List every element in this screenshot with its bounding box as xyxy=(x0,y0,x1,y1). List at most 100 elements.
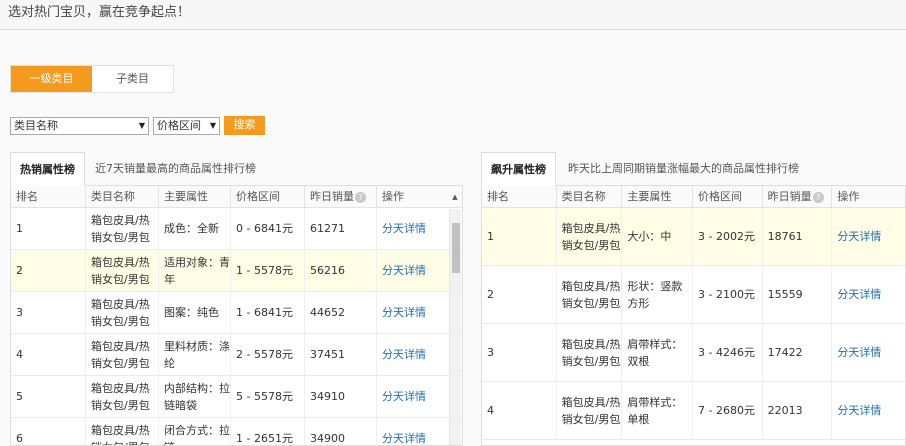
table-row: 2 箱包皮具/热销女包/男包 适用对象：青年 1 - 5578元 56216 分天详情 xyxy=(11,250,462,292)
daily-detail-link[interactable]: 分天详情 xyxy=(832,382,905,439)
sales-cell: 18761 xyxy=(763,208,833,265)
sales-cell: 22013 xyxy=(763,382,833,439)
category-cell: 箱包皮具/热销女包/男包 xyxy=(557,324,623,381)
price-range-select[interactable]: 价格区间 ▼ xyxy=(153,116,220,135)
tab-hot-sales-ranking[interactable]: 热销属性榜 xyxy=(10,152,85,186)
column-header-rank: 排名 xyxy=(482,186,557,208)
chevron-down-icon: ▼ xyxy=(209,120,216,130)
category-cell: 箱包皮具/热销女包/男包 xyxy=(86,418,159,445)
column-header-action: 操作 xyxy=(837,190,860,203)
daily-detail-link[interactable]: 分天详情 xyxy=(377,292,447,333)
table-row: 1 箱包皮具/热销女包/男包 成色：全新 0 - 6841元 61271 分天详情 xyxy=(11,208,462,250)
price-range-cell: 7 - 2680元 xyxy=(693,382,763,439)
column-header-rank: 排名 xyxy=(11,186,86,208)
attribute-cell: 里料材质：涤纶 xyxy=(159,334,231,375)
daily-detail-link[interactable]: 分天详情 xyxy=(377,208,447,249)
attribute-cell: 适用对象：青年 xyxy=(159,250,231,291)
category-cell: 箱包皮具/热销女包/男包 xyxy=(86,208,159,249)
category-cell: 箱包皮具/热销女包/男包 xyxy=(557,266,623,323)
panel-header: 热销属性榜 近7天销量最高的商品属性排行榜 xyxy=(10,152,463,186)
category-cell: 箱包皮具/热销女包/男包 xyxy=(557,208,623,265)
table-row: 4 箱包皮具/热销女包/男包 肩带样式：单根 7 - 2680元 22013 分天详情 xyxy=(482,382,905,440)
sales-cell: 34910 xyxy=(305,376,377,417)
column-header-category: 类目名称 xyxy=(86,186,159,208)
daily-detail-link[interactable]: 分天详情 xyxy=(832,324,905,381)
daily-detail-link[interactable]: 分天详情 xyxy=(377,376,447,417)
sales-header-label: 昨日销量 xyxy=(767,190,812,203)
rank-cell: 2 xyxy=(482,266,557,323)
price-range-cell: 3 - 4246元 xyxy=(693,324,763,381)
daily-detail-link[interactable]: 分天详情 xyxy=(377,418,447,445)
category-cell: 箱包皮具/热销女包/男包 xyxy=(86,334,159,375)
help-icon[interactable]: ? xyxy=(812,191,824,203)
attribute-cell: 成色：全新 xyxy=(159,208,231,249)
ranking-table: 排名 类目名称 主要属性 价格区间 昨日销量? 操作 1 箱包皮具/热销女包/男包… xyxy=(481,185,906,446)
price-range-cell: 1 - 2651元 xyxy=(231,418,305,445)
top-banner: 选对热门宝贝，赢在竞争起点！ xyxy=(0,0,906,30)
sales-cell: 34900 xyxy=(305,418,377,445)
column-header-attribute: 主要属性 xyxy=(159,186,231,208)
rank-cell: 4 xyxy=(11,334,86,375)
daily-detail-link[interactable]: 分天详情 xyxy=(832,208,905,265)
price-range-cell: 5 - 5578元 xyxy=(231,376,305,417)
category-select-value: 类目名称 xyxy=(14,118,58,132)
price-range-cell: 1 - 5578元 xyxy=(231,250,305,291)
scrollbar[interactable] xyxy=(449,209,461,445)
tab-rising-ranking[interactable]: 飙升属性榜 xyxy=(481,152,556,186)
column-header-sales: 昨日销量? xyxy=(763,186,833,208)
scroll-up-arrow-icon[interactable]: ▲ xyxy=(449,186,461,208)
sales-cell: 15559 xyxy=(763,266,833,323)
table-body: 1 箱包皮具/热销女包/男包 成色：全新 0 - 6841元 61271 分天详情 2 箱包皮… xyxy=(11,208,462,445)
table-row: 2 箱包皮具/热销女包/男包 形状：竖款方形 3 - 2100元 15559 分天详情 xyxy=(482,266,905,324)
category-cell: 箱包皮具/热销女包/男包 xyxy=(86,292,159,333)
category-cell: 箱包皮具/热销女包/男包 xyxy=(86,376,159,417)
tab-sub-category[interactable]: 子类目 xyxy=(92,66,173,92)
attribute-cell: 形状：竖款方形 xyxy=(622,266,693,323)
column-header-sales: 昨日销量? xyxy=(305,186,377,208)
attribute-cell: 大小：中 xyxy=(622,208,693,265)
category-cell: 箱包皮具/热销女包/男包 xyxy=(557,382,623,439)
scrollbar-thumb[interactable] xyxy=(452,223,460,273)
attribute-cell: 内部结构：拉链暗袋 xyxy=(159,376,231,417)
hot-sales-attribute-panel: 热销属性榜 近7天销量最高的商品属性排行榜 排名 类目名称 主要属性 价格区间 … xyxy=(10,152,463,446)
rank-cell: 4 xyxy=(482,382,557,439)
table-header: 排名 类目名称 主要属性 价格区间 昨日销量? 操作 xyxy=(11,186,462,208)
category-select[interactable]: 类目名称 ▼ xyxy=(10,116,149,135)
table-row: 4 箱包皮具/热销女包/男包 里料材质：涤纶 2 - 5578元 37451 分天详情 xyxy=(11,334,462,376)
rank-cell: 3 xyxy=(11,292,86,333)
column-header-price: 价格区间 xyxy=(693,186,763,208)
search-button[interactable]: 搜索 xyxy=(224,116,265,135)
daily-detail-link[interactable]: 分天详情 xyxy=(377,334,447,375)
rank-cell: 6 xyxy=(11,418,86,445)
filter-bar: 类目名称 ▼ 价格区间 ▼ 搜索 xyxy=(10,116,265,135)
rising-attribute-panel: 飙升属性榜 昨天比上周同期销量涨幅最大的商品属性排行榜 排名 类目名称 主要属性… xyxy=(481,152,906,446)
sales-cell: 61271 xyxy=(305,208,377,249)
price-range-cell: 2 - 5578元 xyxy=(231,334,305,375)
column-header-category: 类目名称 xyxy=(557,186,623,208)
rank-cell: 2 xyxy=(11,250,86,291)
price-range-cell: 3 - 2002元 xyxy=(693,208,763,265)
rank-cell: 5 xyxy=(11,376,86,417)
price-range-cell: 3 - 2100元 xyxy=(693,266,763,323)
sales-cell: 17422 xyxy=(763,324,833,381)
ranking-table: 排名 类目名称 主要属性 价格区间 昨日销量? 操作 1 箱包皮具/热销女包/男包… xyxy=(10,185,463,446)
daily-detail-link[interactable]: 分天详情 xyxy=(377,250,447,291)
tab-primary-category[interactable]: 一级类目 xyxy=(11,66,92,92)
help-icon[interactable]: ? xyxy=(355,191,366,203)
price-range-cell: 0 - 6841元 xyxy=(231,208,305,249)
attribute-cell: 肩带样式：单根 xyxy=(622,382,693,439)
chevron-down-icon: ▼ xyxy=(138,120,145,130)
table-row: 5 箱包皮具/热销女包/男包 内部结构：拉链暗袋 5 - 5578元 34910 分天详情 xyxy=(11,376,462,418)
price-range-cell: 1 - 6841元 xyxy=(231,292,305,333)
table-header: 排名 类目名称 主要属性 价格区间 昨日销量? 操作 xyxy=(482,186,905,208)
rank-cell: 1 xyxy=(11,208,86,249)
table-body: 1 箱包皮具/热销女包/男包 大小：中 3 - 2002元 18761 分天详情 2 箱包皮具… xyxy=(482,208,905,440)
sales-header-label: 昨日销量 xyxy=(310,190,354,203)
table-row: 3 箱包皮具/热销女包/男包 肩带样式：双根 3 - 4246元 17422 分天详情 xyxy=(482,324,905,382)
sales-cell: 37451 xyxy=(305,334,377,375)
price-select-value: 价格区间 xyxy=(157,118,201,132)
panel-description: 昨天比上周同期销量涨幅最大的商品属性排行榜 xyxy=(568,162,799,175)
banner-text: 选对热门宝贝，赢在竞争起点！ xyxy=(8,5,191,20)
category-cell: 箱包皮具/热销女包/男包 xyxy=(86,250,159,291)
daily-detail-link[interactable]: 分天详情 xyxy=(832,266,905,323)
